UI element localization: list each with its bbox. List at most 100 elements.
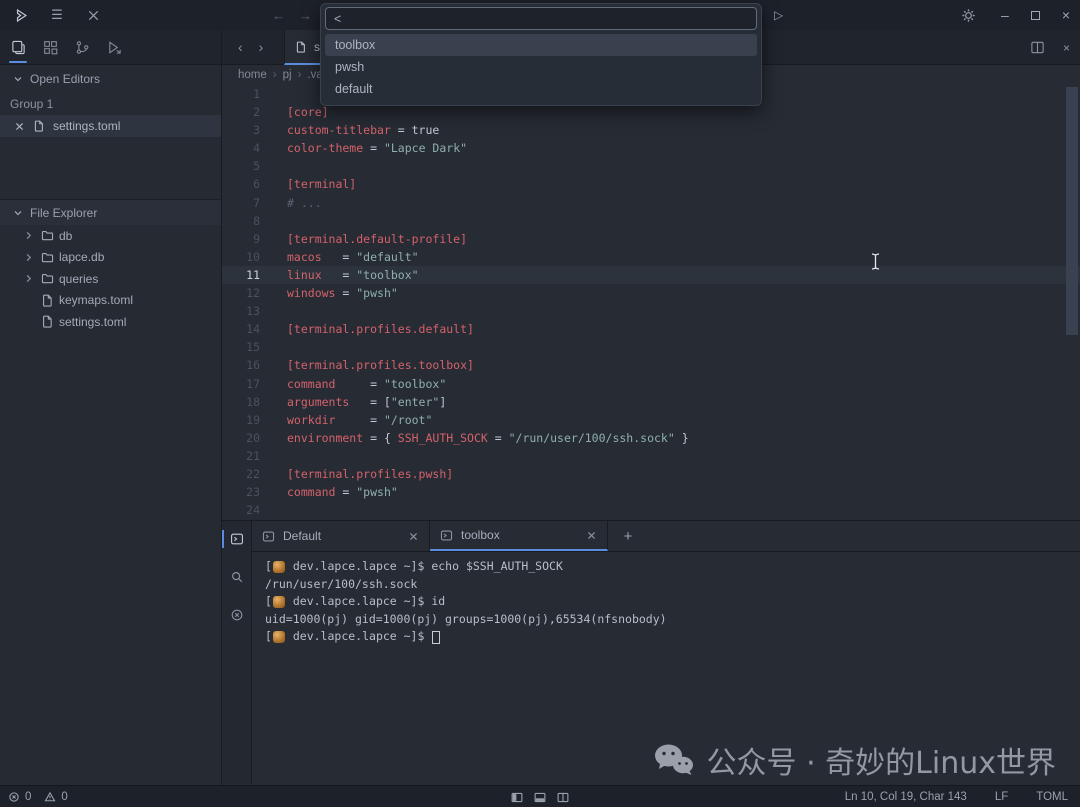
line-ending[interactable]: LF	[995, 791, 1008, 803]
breadcrumb-part[interactable]: pj	[283, 69, 292, 81]
search-panel-icon[interactable]	[222, 567, 252, 587]
code-line[interactable]: 20environment = { SSH_AUTH_SOCK = "/run/…	[222, 429, 1080, 447]
maximize-button[interactable]	[1031, 11, 1040, 20]
editor-group-label: Group 1	[0, 93, 221, 115]
line-number: 8	[222, 212, 260, 230]
code-text: custom-titlebar = true	[260, 121, 439, 139]
code-line[interactable]: 11linux = "toolbox"	[222, 266, 1080, 284]
plugins-panel-icon[interactable]	[34, 30, 66, 65]
palette-item[interactable]: default	[325, 78, 757, 100]
code-line[interactable]: 4color-theme = "Lapce Dark"	[222, 139, 1080, 157]
close-window-button[interactable]: ×	[1062, 7, 1070, 23]
close-icon[interactable]	[408, 531, 419, 542]
nav-back-icon[interactable]: ←	[272, 8, 285, 23]
code-text: [terminal]	[260, 175, 356, 193]
tab-back-icon[interactable]: ‹	[238, 39, 243, 55]
terminal-line: uid=1000(pj) gid=1000(pj) groups=1000(pj…	[265, 611, 1080, 629]
terminal-text: /run/user/100/ssh.sock	[265, 576, 417, 594]
code-line[interactable]: 12windows = "pwsh"	[222, 284, 1080, 302]
tree-item-label: lapce.db	[59, 250, 104, 264]
close-icon[interactable]	[14, 121, 25, 132]
file-icon	[41, 294, 54, 307]
code-token: linux	[287, 268, 322, 282]
new-terminal-button[interactable]: +	[608, 521, 648, 551]
menu-icon[interactable]: ☰	[46, 4, 68, 26]
terminal-text: [	[265, 593, 272, 611]
run-button[interactable]: ▷	[774, 0, 783, 30]
chevron-down-icon	[12, 73, 24, 85]
code-text	[260, 338, 287, 356]
tree-item[interactable]: keymaps.toml	[0, 290, 221, 312]
tab-forward-icon[interactable]: ›	[259, 39, 264, 55]
file-explorer-header[interactable]: File Explorer	[0, 199, 221, 225]
terminal-tab-label: toolbox	[461, 528, 500, 542]
chevron-right-icon[interactable]	[20, 252, 36, 263]
code-line[interactable]: 23command = "pwsh"	[222, 483, 1080, 501]
code-token: =	[322, 250, 357, 264]
palette-item[interactable]: toolbox	[325, 34, 757, 56]
code-line[interactable]: 9[terminal.default-profile]	[222, 230, 1080, 248]
close-icon[interactable]	[586, 530, 597, 541]
language-mode[interactable]: TOML	[1036, 791, 1068, 803]
tree-item[interactable]: queries	[0, 268, 221, 290]
cursor-position[interactable]: Ln 10, Col 19, Char 143	[845, 791, 967, 803]
toggle-left-panel-icon[interactable]	[511, 791, 524, 804]
editor-scrollbar[interactable]	[1066, 87, 1078, 335]
code-line[interactable]: 17command = "toolbox"	[222, 375, 1080, 393]
split-editor-icon[interactable]	[1030, 40, 1045, 55]
lapce-logo-icon	[10, 4, 32, 26]
debug-panel-icon[interactable]	[98, 30, 130, 65]
file-explorer-label: File Explorer	[30, 206, 97, 220]
code-line[interactable]: 8	[222, 212, 1080, 230]
chevron-right-icon[interactable]	[20, 273, 36, 284]
toggle-right-panel-icon[interactable]	[557, 791, 570, 804]
breadcrumb-part[interactable]: home	[238, 69, 267, 81]
code-text	[260, 212, 287, 230]
activity-bar	[0, 30, 221, 65]
palette-item[interactable]: pwsh	[325, 56, 757, 78]
error-count: 0	[25, 791, 31, 803]
code-line[interactable]: 7# ...	[222, 194, 1080, 212]
terminal-tab-label: Default	[283, 529, 321, 543]
code-line[interactable]: 14[terminal.profiles.default]	[222, 320, 1080, 338]
toggle-bottom-panel-icon[interactable]	[534, 791, 547, 804]
problems-status[interactable]: 0 0	[0, 791, 68, 803]
chevron-right-icon[interactable]	[20, 230, 36, 241]
toolbox-emoji-icon	[273, 631, 285, 643]
line-number: 12	[222, 284, 260, 302]
code-line[interactable]: 22[terminal.profiles.pwsh]	[222, 465, 1080, 483]
code-line[interactable]: 16[terminal.profiles.toolbox]	[222, 356, 1080, 374]
terminal-tab-default[interactable]: Default	[252, 521, 430, 551]
code-line[interactable]: 21	[222, 447, 1080, 465]
terminal-panel-icon[interactable]	[222, 529, 252, 549]
code-line[interactable]: 3custom-titlebar = true	[222, 121, 1080, 139]
code-line[interactable]: 5	[222, 157, 1080, 175]
code-line[interactable]: 19workdir = "/root"	[222, 411, 1080, 429]
source-control-panel-icon[interactable]	[66, 30, 98, 65]
open-editor-item[interactable]: settings.toml	[0, 115, 221, 137]
terminal-tab-toolbox[interactable]: toolbox	[430, 521, 608, 551]
code-line[interactable]: 18arguments = ["enter"]	[222, 393, 1080, 411]
tree-item[interactable]: db	[0, 225, 221, 247]
problems-panel-icon[interactable]	[222, 605, 252, 625]
palette-input[interactable]: <	[325, 7, 757, 30]
nav-forward-icon[interactable]: →	[299, 8, 312, 23]
code-line[interactable]: 13	[222, 302, 1080, 320]
close-editor-icon[interactable]: ×	[1063, 41, 1070, 55]
code-line[interactable]: 6[terminal]	[222, 175, 1080, 193]
tree-item[interactable]: lapce.db	[0, 247, 221, 269]
code-text	[260, 501, 287, 519]
code-token: =	[488, 431, 509, 445]
remote-connection-icon[interactable]	[82, 4, 104, 26]
file-explorer-panel-icon[interactable]	[2, 30, 34, 65]
code-line[interactable]: 24	[222, 501, 1080, 519]
settings-gear-icon[interactable]	[957, 4, 979, 26]
tree-item[interactable]: settings.toml	[0, 311, 221, 333]
code-line[interactable]: 10macos = "default"	[222, 248, 1080, 266]
code-line[interactable]: 15	[222, 338, 1080, 356]
code-editor[interactable]: 12[core]3custom-titlebar = true4color-th…	[222, 85, 1080, 520]
open-editors-header[interactable]: Open Editors	[0, 65, 221, 93]
minimize-button[interactable]: –	[1001, 7, 1009, 23]
code-text: [terminal.profiles.default]	[260, 320, 474, 338]
warning-count: 0	[61, 791, 67, 803]
